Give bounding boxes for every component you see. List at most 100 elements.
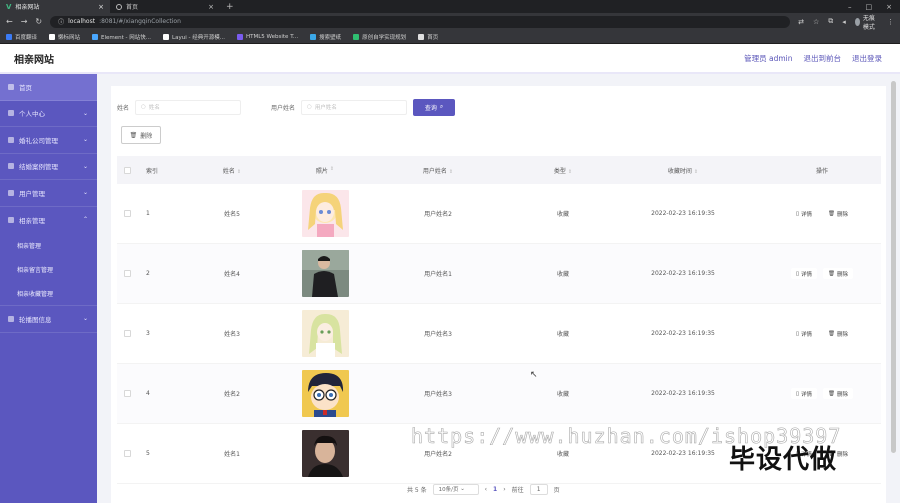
user-name-input[interactable]: ○ 用户姓名 (301, 99, 408, 115)
bookmark-item[interactable]: 原创自学实现规划 (353, 33, 406, 41)
more-icon[interactable]: ⋮ (887, 18, 894, 26)
search-icon: ⌕ (439, 103, 444, 110)
photo-anime-boy-glasses[interactable] (301, 370, 349, 417)
reload-icon[interactable]: ↻ (35, 17, 42, 26)
delete-button[interactable]: 🗑 删除 (823, 328, 854, 339)
table-header: 索引 姓名 ⇕ 照片 ⇕ 用户姓名 ⇕ 类型 ⇕ 收藏时间 ⇕ 操作 (117, 156, 881, 184)
header-name[interactable]: 姓名 ⇕ (167, 166, 297, 175)
delete-button[interactable]: 🗑 删除 (823, 208, 854, 219)
detail-label: 详情 (801, 331, 813, 338)
batch-delete-button[interactable]: 🗑 删除 (121, 126, 161, 144)
profile-button[interactable]: 无痕模式 (854, 13, 878, 31)
detail-button[interactable]: ▯ 详情 (790, 208, 818, 219)
photo-man-portrait[interactable] (301, 430, 349, 477)
detail-button[interactable]: ▯ 详情 (790, 388, 818, 399)
cell-ops: ▯ 详情 🗑 删除 (763, 388, 881, 399)
sidebar-item-users[interactable]: 用户管理 ⌄ (0, 180, 97, 207)
info-icon: ⓘ (58, 19, 65, 26)
delete-label: 删除 (837, 271, 849, 278)
window-controls: – □ × (848, 3, 900, 11)
url-input[interactable]: ⓘ localhost:8081/#/xiangqinCollection (50, 15, 791, 28)
chevron-down-icon: ⌄ (82, 189, 88, 197)
delete-button[interactable]: 🗑 删除 (823, 268, 854, 279)
close-icon[interactable]: × (98, 3, 104, 11)
browser-actions: ⇄ ☆ ⧉ ◂ 无痕模式 ⋮ (798, 13, 894, 31)
forward-icon[interactable]: → (21, 17, 28, 26)
sort-icon[interactable]: ⇕ (449, 169, 453, 175)
bookmark-item[interactable]: 搜索壁纸 (310, 33, 341, 41)
prev-page-icon[interactable]: ‹ (485, 486, 487, 493)
photo-anime-girl-green[interactable] (301, 310, 349, 357)
photo-anime-girl-blonde[interactable] (301, 190, 349, 237)
browser-tab[interactable]: 首页 × (110, 0, 220, 13)
subitem-matchmaking[interactable]: 相亲管理 (0, 233, 97, 257)
sort-icon[interactable]: ⇕ (694, 169, 698, 175)
browser-tab-active[interactable]: V 相亲网站 × (0, 0, 110, 13)
header-time[interactable]: 收藏时间 ⇕ (603, 166, 763, 175)
sidebar-item-label: 婚礼公司管理 (19, 136, 58, 145)
cell-type: 收藏 (556, 331, 569, 338)
bookmark-label: Element - 网站快... (101, 34, 152, 41)
user-name-placeholder: 用户姓名 (314, 105, 337, 111)
watermark-stamp: 毕设代做 (729, 445, 838, 475)
new-tab-icon[interactable]: + (220, 2, 240, 12)
header-user[interactable]: 用户姓名 ⇕ (353, 166, 523, 175)
minimize-icon[interactable]: – (848, 3, 852, 11)
header-type[interactable]: 类型 ⇕ (523, 166, 603, 175)
jump-input[interactable]: 1 (529, 483, 548, 495)
detail-button[interactable]: ▯ 详情 (790, 268, 818, 279)
scrollbar-thumb[interactable] (891, 81, 896, 453)
name-input[interactable]: ○ 姓名 (135, 99, 242, 115)
cell-name: 姓名3 (224, 331, 240, 338)
bookmark-item[interactable]: HTML5 Website T... (236, 33, 298, 40)
bookmark-item[interactable]: 首页 (418, 33, 438, 41)
back-to-front-link[interactable]: 退出到前台 (804, 53, 842, 64)
sort-icon[interactable]: ⇕ (568, 169, 572, 175)
bookmark-item[interactable]: Layui - 经典开源模... (163, 33, 225, 41)
sidebar-item-matchmaking[interactable]: 相亲管理 ⌃ (0, 207, 97, 234)
row-checkbox[interactable] (123, 390, 131, 397)
url-host: localhost (68, 18, 96, 25)
sidebar-item-wedding-cases[interactable]: 结婚案例管理 ⌄ (0, 154, 97, 180)
sidebar-item-home[interactable]: 首页 (0, 74, 97, 101)
row-checkbox[interactable] (123, 270, 131, 277)
bookmark-item[interactable]: 百度翻译 (6, 33, 37, 41)
subitem-messages[interactable]: 相亲留言管理 (0, 257, 97, 281)
window-close-icon[interactable]: × (886, 3, 892, 11)
sort-icon[interactable]: ⇕ (330, 166, 334, 175)
doc-icon: ▯ (795, 390, 799, 397)
bookmark-item[interactable]: 懒标网站 (49, 33, 80, 41)
row-checkbox[interactable] (123, 450, 131, 457)
cell-photo (297, 190, 353, 237)
detail-label: 详情 (801, 211, 813, 218)
query-button[interactable]: 查询 ⌕ (413, 98, 456, 116)
translate-icon[interactable]: ⇄ (798, 18, 804, 26)
subitem-collections[interactable]: 相亲收藏管理 (0, 281, 97, 305)
header-photo[interactable]: 照片 ⇕ (297, 166, 353, 175)
star-icon[interactable]: ☆ (813, 18, 819, 26)
next-page-icon[interactable]: › (503, 486, 505, 493)
row-checkbox[interactable] (123, 210, 131, 217)
photo-man-street[interactable] (301, 250, 349, 297)
delete-button[interactable]: 🗑 删除 (823, 388, 854, 399)
cast-icon[interactable]: ◂ (842, 18, 846, 26)
sidebar-item-carousel[interactable]: 轮播图信息 ⌄ (0, 306, 97, 333)
sidebar-item-wedding-company[interactable]: 婚礼公司管理 ⌄ (0, 127, 97, 154)
current-page[interactable]: 1 (493, 486, 497, 493)
select-all-checkbox[interactable] (123, 166, 131, 174)
close-icon[interactable]: × (208, 3, 214, 11)
sort-icon[interactable]: ⇕ (237, 169, 241, 175)
extension-icon[interactable]: ⧉ (828, 17, 833, 26)
logout-link[interactable]: 退出登录 (852, 53, 882, 64)
scrollbar[interactable] (891, 76, 898, 503)
back-icon[interactable]: ← (6, 17, 13, 26)
row-checkbox[interactable] (123, 330, 131, 337)
maximize-icon[interactable]: □ (866, 3, 873, 11)
address-bar-row: ← → ↻ ⓘ localhost:8081/#/xiangqinCollect… (0, 13, 900, 31)
user-icon (8, 136, 14, 143)
row-select-cell (117, 390, 137, 397)
bookmark-item[interactable]: Element - 网站快... (92, 33, 151, 41)
sidebar-item-profile[interactable]: 个人中心 ⌄ (0, 101, 97, 127)
page-size-select[interactable]: 10条/页 ⌄ (432, 483, 479, 495)
detail-button[interactable]: ▯ 详情 (790, 328, 818, 339)
